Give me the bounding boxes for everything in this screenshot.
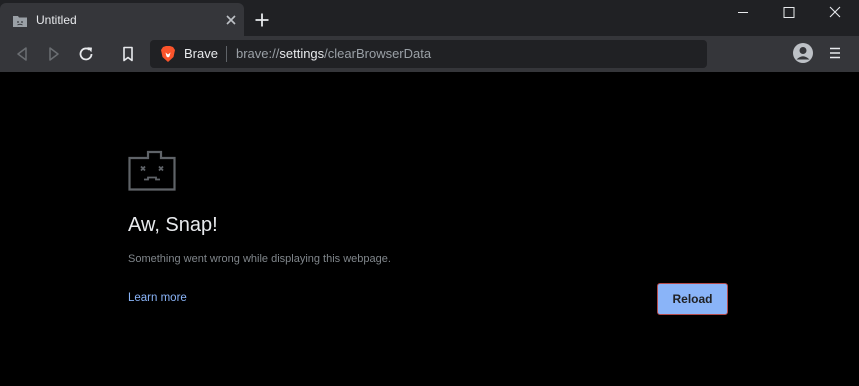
address-bar[interactable]: Brave brave://settings/clearBrowserData [150, 40, 707, 68]
back-icon[interactable] [13, 45, 31, 63]
maximize-button[interactable] [766, 0, 812, 27]
bookmark-icon[interactable] [119, 45, 137, 63]
sad-folder-icon [13, 14, 27, 27]
close-icon[interactable] [224, 13, 238, 27]
title-bar: Untitled [0, 0, 859, 36]
forward-icon[interactable] [45, 45, 63, 63]
close-window-button[interactable] [812, 0, 858, 27]
tab-title: Untitled [36, 13, 77, 27]
new-tab-button[interactable] [254, 12, 270, 28]
omnibox-divider [226, 46, 227, 62]
profile-avatar-icon[interactable] [793, 43, 813, 63]
error-message: Something went wrong while displaying th… [128, 253, 391, 265]
brave-logo-icon [161, 46, 175, 62]
minimize-button[interactable] [720, 0, 766, 27]
menu-icon[interactable] [828, 45, 842, 61]
url-text: brave://settings/clearBrowserData [236, 46, 431, 61]
url-prefix: brave:// [236, 46, 280, 61]
learn-more-link[interactable]: Learn more [128, 292, 187, 304]
brave-label: Brave [184, 46, 218, 61]
toolbar: Brave brave://settings/clearBrowserData [0, 36, 859, 72]
reload-icon[interactable] [77, 45, 95, 63]
reload-button[interactable]: Reload [657, 283, 728, 315]
sad-tab-icon [128, 150, 176, 191]
error-title: Aw, Snap! [128, 214, 218, 236]
url-host: settings [279, 46, 325, 61]
url-path: /clearBrowserData [324, 46, 432, 61]
tab-untitled[interactable]: Untitled [0, 3, 244, 36]
